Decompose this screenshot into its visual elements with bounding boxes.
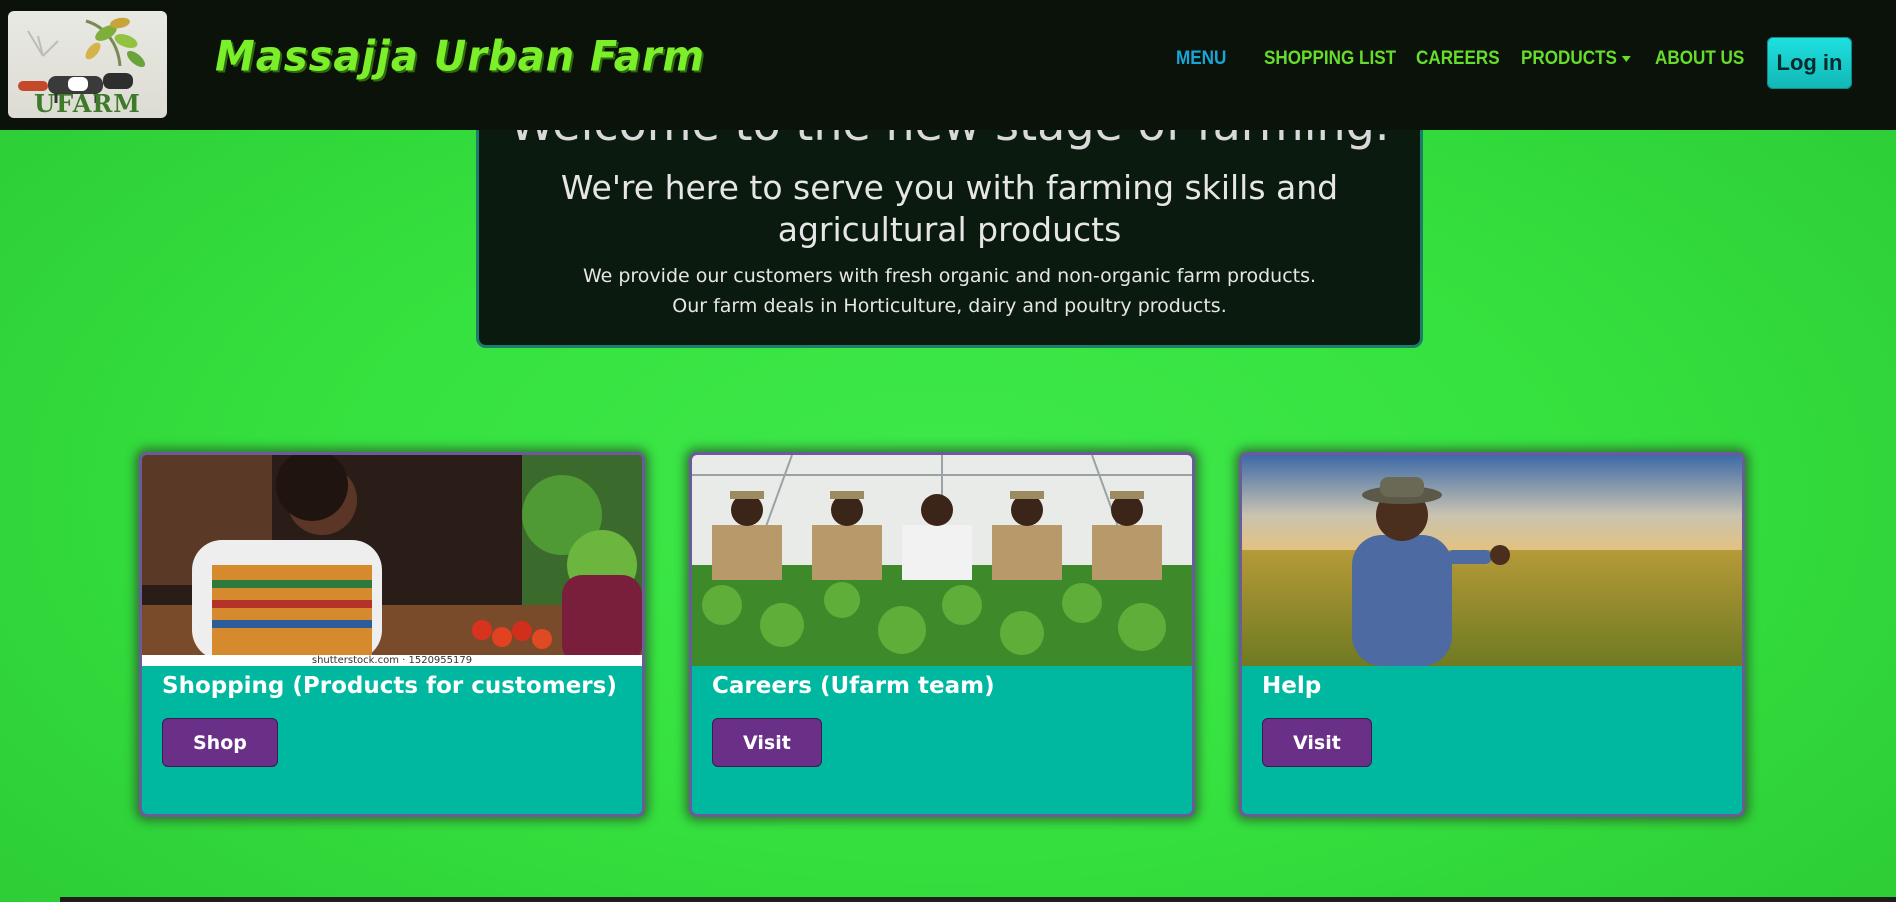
logo-text: UFARM <box>34 89 141 118</box>
market-vendor-image <box>142 455 642 666</box>
nav-careers[interactable]: CAREERS <box>1416 48 1500 70</box>
careers-visit-button[interactable]: Visit <box>712 718 822 767</box>
login-button[interactable]: Log in <box>1767 37 1852 89</box>
card-title: Careers (Ufarm team) <box>712 673 995 699</box>
brand-title[interactable]: Massajja Urban Farm <box>215 33 705 81</box>
hero-paragraph-1: We provide our customers with fresh orga… <box>582 265 1317 287</box>
farmer-field-image <box>1242 455 1742 666</box>
hero-description: We provide our customers with fresh orga… <box>479 261 1420 321</box>
card-title: Help <box>1262 673 1322 699</box>
hero-subtitle: We're here to serve you with farming ski… <box>560 168 1339 249</box>
card-title: Shopping (Products for customers) <box>162 673 617 699</box>
card-shopping-image: shutterstock.com · 1520955179 <box>142 455 642 666</box>
shop-button[interactable]: Shop <box>162 718 278 767</box>
nav-shopping-list[interactable]: SHOPPING LIST <box>1264 48 1396 70</box>
nav-products-dropdown[interactable]: PRODUCTS <box>1521 48 1631 70</box>
hero-paragraph-2: Our farm deals in Horticulture, dairy an… <box>672 295 1227 317</box>
bottom-edge <box>60 897 1896 902</box>
ufarm-logo[interactable]: UFARM <box>8 11 167 118</box>
nav-menu[interactable]: MENU <box>1176 48 1226 70</box>
card-careers: Careers (Ufarm team) Visit <box>689 452 1195 817</box>
card-careers-image <box>692 455 1192 666</box>
dropdown-caret-icon <box>1621 55 1631 62</box>
image-caption: shutterstock.com · 1520955179 <box>311 655 473 666</box>
farm-team-image <box>692 455 1192 666</box>
help-visit-button[interactable]: Visit <box>1262 718 1372 767</box>
card-shopping: shutterstock.com · 1520955179 Shopping (… <box>139 452 645 817</box>
nav-about-us[interactable]: ABOUT US <box>1655 48 1744 70</box>
navbar: UFARM Massajja Urban Farm MENU SHOPPING … <box>0 0 1896 130</box>
nav-products-label: PRODUCTS <box>1521 48 1617 69</box>
card-help-image <box>1242 455 1742 666</box>
card-help: Help Visit <box>1239 452 1745 817</box>
